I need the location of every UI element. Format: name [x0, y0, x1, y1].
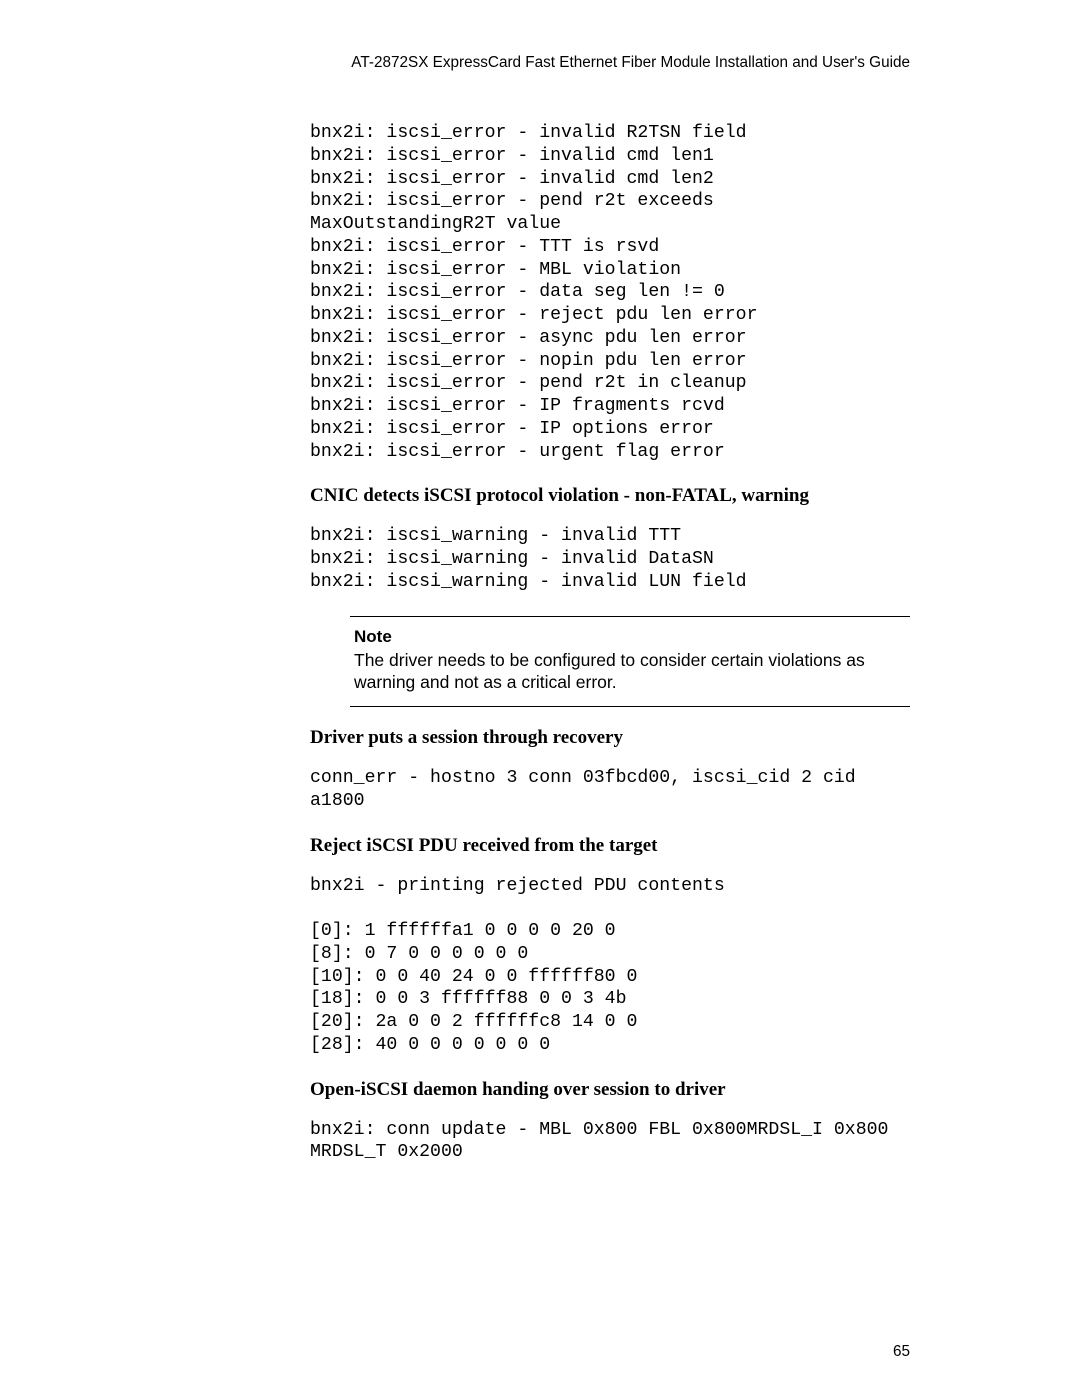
page: AT-2872SX ExpressCard Fast Ethernet Fibe…	[0, 0, 1080, 1397]
code-conn-err: conn_err - hostno 3 conn 03fbcd00, iscsi…	[310, 767, 910, 813]
subhead-reject-pdu: Reject iSCSI PDU received from the targe…	[310, 835, 910, 857]
subhead-session-recovery: Driver puts a session through recovery	[310, 727, 910, 749]
note-label: Note	[354, 627, 906, 647]
code-iscsi-errors: bnx2i: iscsi_error - invalid R2TSN field…	[310, 122, 910, 463]
subhead-open-iscsi: Open-iSCSI daemon handing over session t…	[310, 1079, 910, 1101]
page-header: AT-2872SX ExpressCard Fast Ethernet Fibe…	[310, 54, 910, 72]
code-conn-update: bnx2i: conn update - MBL 0x800 FBL 0x800…	[310, 1119, 910, 1165]
code-iscsi-warnings: bnx2i: iscsi_warning - invalid TTT bnx2i…	[310, 525, 910, 593]
subhead-cnic-warning: CNIC detects iSCSI protocol violation - …	[310, 485, 910, 507]
code-reject-pdu: bnx2i - printing rejected PDU contents […	[310, 875, 910, 1057]
note-body: The driver needs to be configured to con…	[354, 649, 906, 695]
note-box: Note The driver needs to be configured t…	[350, 616, 910, 708]
page-number: 65	[893, 1343, 910, 1361]
